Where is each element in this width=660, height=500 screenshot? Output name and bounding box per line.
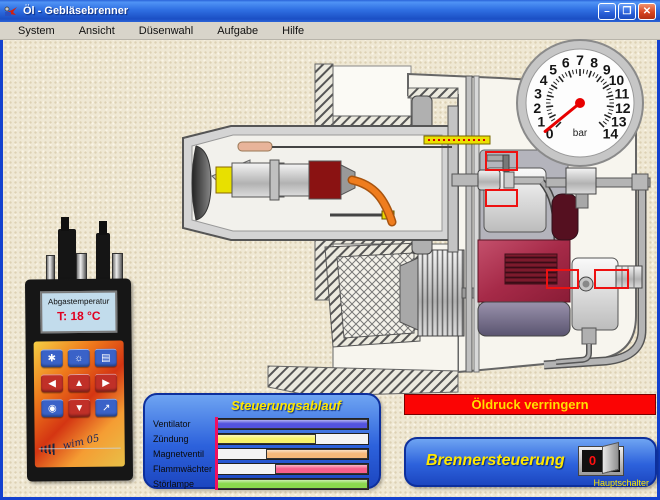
control-row-track xyxy=(215,478,369,490)
control-sequence-panel: Steuerungsablauf Ventilator Zündung Magnet… xyxy=(143,393,381,489)
device-key-enter[interactable]: ↗ xyxy=(95,399,117,417)
keypad-zone: ✱ ☼ ▤ ◀ ▲ ▶ ◉ ▼ ↗ wim 05 xyxy=(34,341,125,468)
probe-connector xyxy=(58,229,76,281)
status-banner: Öldruck verringern xyxy=(404,394,656,415)
app-icon xyxy=(4,4,19,19)
control-row-segment xyxy=(216,419,368,429)
menubar: System Ansicht Düsenwahl Aufgabe Hilfe xyxy=(0,22,660,40)
device-key-right[interactable]: ▶ xyxy=(95,374,117,392)
app-window: Öl - Gebläsebrenner – ❐ ✕ System Ansicht… xyxy=(0,0,660,500)
control-row-label: Magnetventil xyxy=(153,449,215,459)
minimize-button[interactable]: – xyxy=(598,3,616,20)
control-row-label: Störlampe xyxy=(153,479,215,489)
device-key-func-1[interactable]: ✱ xyxy=(41,349,63,367)
menu-aufgabe[interactable]: Aufgabe xyxy=(209,24,266,38)
menu-hilfe[interactable]: Hilfe xyxy=(274,24,312,38)
titlebar: Öl - Gebläsebrenner – ❐ ✕ xyxy=(0,0,660,22)
brand-area: wim 05 xyxy=(39,435,121,462)
control-row-segment xyxy=(266,449,368,459)
control-row: Magnetventil xyxy=(153,448,369,460)
maximize-button[interactable]: ❐ xyxy=(618,3,636,20)
control-row-segment xyxy=(216,434,316,444)
hotspot-pump-pressure-port[interactable] xyxy=(595,270,628,288)
device-key-backlight[interactable]: ☼ xyxy=(68,349,90,367)
control-panel-title: Steuerungsablauf xyxy=(145,398,379,413)
keypad: ✱ ☼ ▤ ◀ ▲ ▶ ◉ ▼ ↗ xyxy=(41,349,118,418)
display-caption: Abgastemperatur xyxy=(42,297,115,307)
display-temperature: T: 18 °C xyxy=(42,309,115,324)
close-button[interactable]: ✕ xyxy=(638,3,656,20)
hotspot-bleed-screw[interactable] xyxy=(486,152,517,170)
probe-connector xyxy=(96,233,110,281)
control-row: Ventilator xyxy=(153,418,369,430)
probe-plug xyxy=(46,255,55,281)
control-rows: Ventilator Zündung Magnetventil Flammwächte… xyxy=(153,418,369,490)
hotspot-solenoid-valve[interactable] xyxy=(486,190,517,206)
menu-ansicht[interactable]: Ansicht xyxy=(71,24,123,38)
control-row-label: Ventilator xyxy=(153,419,215,429)
control-row-track xyxy=(215,418,369,430)
control-row-track xyxy=(215,448,369,460)
device-key-zero[interactable]: ◉ xyxy=(41,399,63,417)
hotspot-pump-coupling[interactable] xyxy=(547,270,578,288)
control-row: Zündung xyxy=(153,433,369,445)
control-row-label: Zündung xyxy=(153,434,215,444)
control-row-segment xyxy=(275,464,368,474)
brand-signature: wim 05 xyxy=(62,433,101,452)
probe-plug xyxy=(76,253,87,281)
control-row-segment xyxy=(216,479,368,489)
control-row-track xyxy=(215,433,369,445)
burner-control-label: Brennersteuerung xyxy=(426,452,565,470)
control-row-track xyxy=(215,463,369,475)
device-key-mode[interactable]: ▤ xyxy=(95,349,117,367)
device-key-up[interactable]: ▲ xyxy=(68,374,90,392)
temperature-meter: Abgastemperatur T: 18 °C ✱ ☼ ▤ ◀ ▲ ▶ ◉ ▼ ↗ wim 0… xyxy=(24,215,136,483)
device-key-left[interactable]: ◀ xyxy=(41,374,63,392)
probe-plug xyxy=(112,253,123,281)
meter-body: Abgastemperatur T: 18 °C ✱ ☼ ▤ ◀ ▲ ▶ ◉ ▼ ↗ wim 0… xyxy=(25,278,133,481)
control-row-label: Flammwächter xyxy=(153,464,215,474)
main-switch[interactable]: 0 xyxy=(578,446,624,476)
menu-system[interactable]: System xyxy=(10,24,63,38)
control-row: Flammwächter xyxy=(153,463,369,475)
status-banner-text: Öldruck verringern xyxy=(471,397,588,412)
device-key-down[interactable]: ▼ xyxy=(68,399,90,417)
menu-duesenwahl[interactable]: Düsenwahl xyxy=(131,24,201,38)
switch-lever-icon xyxy=(602,442,619,474)
main-switch-label: Hauptschalter xyxy=(593,478,649,488)
burner-control-button[interactable]: Brennersteuerung 0 Hauptschalter xyxy=(404,437,657,487)
time-cursor xyxy=(215,417,218,490)
switch-value: 0 xyxy=(585,452,600,470)
meter-display: Abgastemperatur T: 18 °C xyxy=(40,291,117,334)
control-row: Störlampe xyxy=(153,478,369,490)
window-title: Öl - Gebläsebrenner xyxy=(23,5,128,17)
